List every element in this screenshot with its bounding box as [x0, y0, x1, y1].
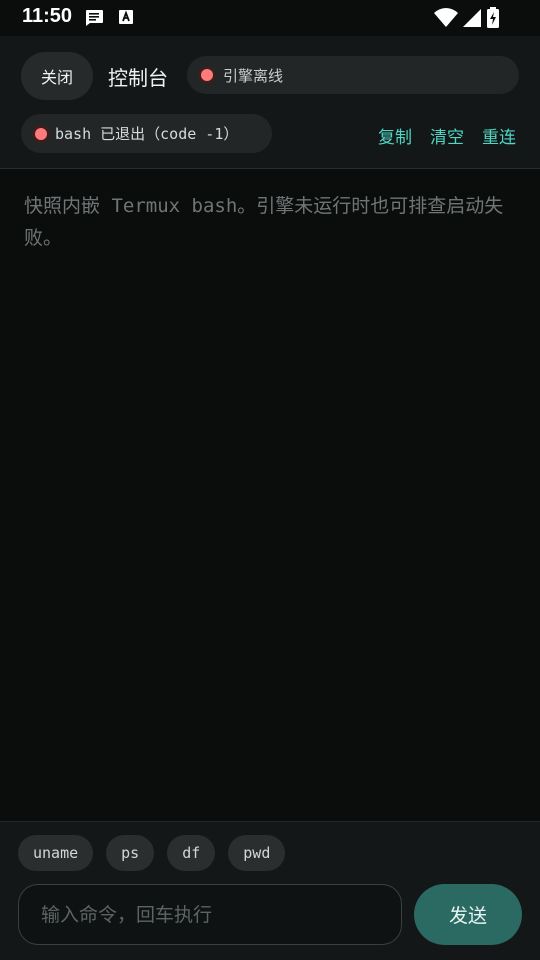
- session-status-badge: bash 已退出（code -1）: [21, 114, 272, 153]
- status-dot-icon: [201, 69, 213, 81]
- console-actions: 复制 清空 重连: [378, 123, 516, 148]
- send-button[interactable]: 发送: [414, 884, 522, 945]
- quick-commands: uname ps df pwd: [18, 835, 286, 871]
- engine-status-label: 引擎离线: [223, 66, 284, 85]
- quick-command-chip[interactable]: ps: [106, 835, 155, 871]
- battery-charging-icon: [487, 7, 499, 28]
- command-bar: uname ps df pwd 发送: [0, 821, 540, 960]
- console-header: 关闭 控制台 引擎离线 bash 已退出（code -1） 复制 清空 重连: [0, 36, 540, 168]
- quick-command-chip[interactable]: pwd: [228, 835, 286, 871]
- wifi-icon: [434, 8, 458, 27]
- divider: [0, 168, 540, 169]
- page-title: 控制台: [108, 66, 168, 90]
- status-dot-icon: [35, 127, 47, 140]
- engine-status-badge: 引擎离线: [187, 56, 519, 94]
- clear-button[interactable]: 清空: [430, 123, 464, 148]
- reconnect-button[interactable]: 重连: [482, 123, 516, 148]
- command-input[interactable]: [18, 884, 402, 945]
- copy-button[interactable]: 复制: [378, 123, 412, 148]
- quick-command-chip[interactable]: uname: [18, 835, 94, 871]
- message-icon: [86, 10, 103, 26]
- session-status-label: bash 已退出（code -1）: [55, 125, 239, 143]
- status-time: 11:50: [22, 5, 73, 27]
- a-icon: [119, 10, 133, 24]
- terminal-output: 快照内嵌 Termux bash。引擎未运行时也可排查启动失败。: [24, 195, 504, 249]
- status-bar: 11:50: [0, 0, 540, 36]
- signal-icon: [463, 9, 481, 27]
- quick-command-chip[interactable]: df: [167, 835, 216, 871]
- close-button[interactable]: 关闭: [21, 52, 93, 100]
